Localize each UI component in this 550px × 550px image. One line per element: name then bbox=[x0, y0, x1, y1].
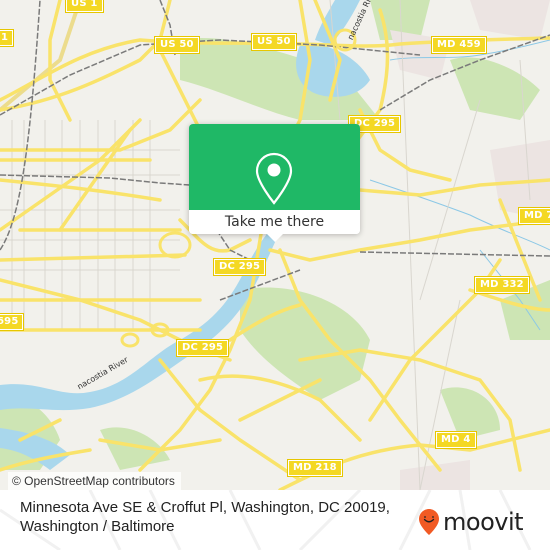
take-me-there-button[interactable]: Take me there bbox=[189, 210, 360, 234]
footer: Minnesota Ave SE & Croffut Pl, Washingto… bbox=[0, 490, 550, 550]
road-shield-us1: US 1 bbox=[65, 0, 104, 13]
road-shield-md7: MD 7 bbox=[518, 207, 550, 225]
road-shield-md4: MD 4 bbox=[435, 431, 477, 449]
road-shield-md332: MD 332 bbox=[474, 276, 530, 294]
road-shield-md218: MD 218 bbox=[287, 459, 343, 477]
popup-pointer bbox=[267, 234, 283, 242]
road-shield-dc295-mid: DC 295 bbox=[212, 258, 267, 276]
moovit-wordmark: moovit bbox=[443, 508, 524, 536]
map-view[interactable]: US 1 1 US 50 US 50 MD 459 DC 295 DC 295 … bbox=[0, 0, 550, 490]
moovit-logo[interactable]: moovit bbox=[418, 508, 524, 536]
road-shield-us50: US 50 bbox=[154, 36, 200, 54]
moovit-pin-logo-icon bbox=[419, 509, 439, 535]
popup-header bbox=[189, 124, 360, 210]
map-tiles bbox=[0, 0, 550, 490]
road-shield-us1-left: 1 bbox=[0, 29, 15, 47]
road-shield-us50-east: US 50 bbox=[251, 33, 297, 51]
road-shield-i695: 695 bbox=[0, 313, 25, 331]
road-shield-md459: MD 459 bbox=[431, 36, 487, 54]
location-popup[interactable]: Take me there bbox=[189, 124, 360, 242]
map-attribution[interactable]: © OpenStreetMap contributors bbox=[8, 472, 181, 490]
road-shield-dc295-south: DC 295 bbox=[175, 339, 230, 357]
map-pin-icon bbox=[255, 152, 293, 205]
stop-address: Minnesota Ave SE & Croffut Pl, Washingto… bbox=[20, 499, 390, 535]
